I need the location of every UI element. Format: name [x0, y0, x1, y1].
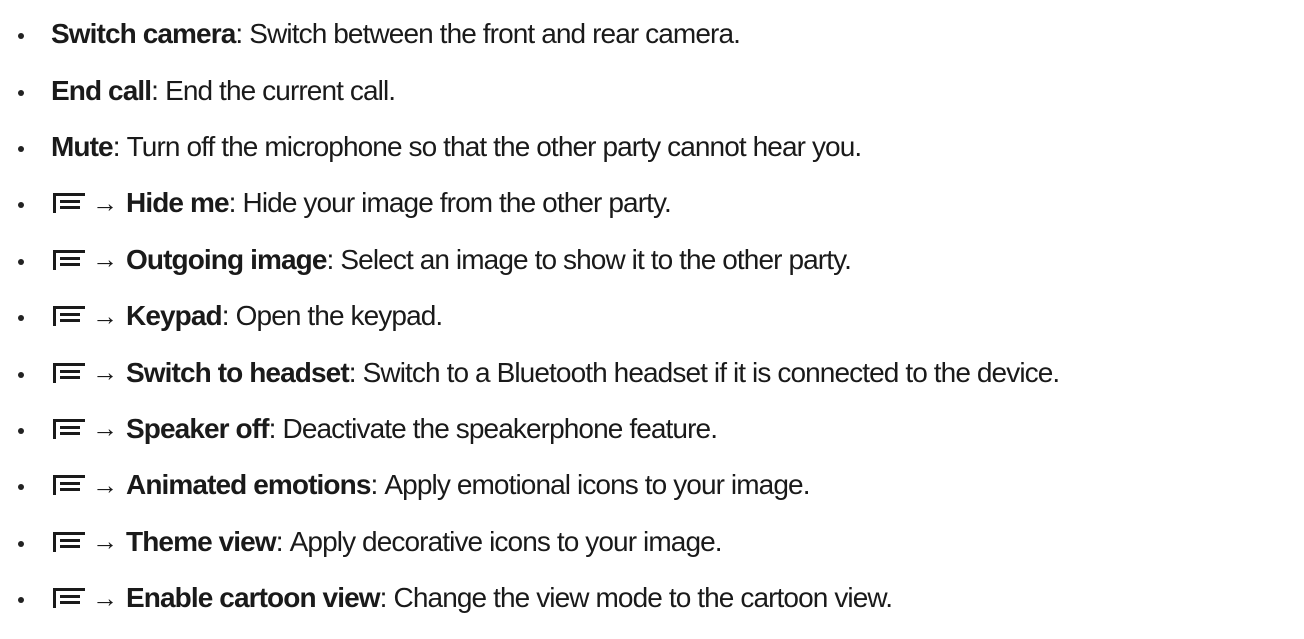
label-separator: : [348, 356, 357, 388]
option-description: Switch to a Bluetooth headset if it is c… [362, 356, 1061, 388]
label-separator: : [275, 525, 284, 557]
option-label: Keypad [126, 300, 223, 332]
option-label: Hide me [126, 187, 230, 219]
option-description: Turn off the microphone so that the othe… [126, 130, 863, 162]
list-item-switch-to-headset: → Switch to headset: Switch to a Bluetoot… [0, 344, 1304, 400]
option-description: Select an image to show it to the other … [340, 243, 852, 275]
option-label: Outgoing image [126, 243, 327, 275]
label-separator: : [221, 300, 230, 332]
option-label: Speaker off [126, 412, 270, 444]
list-item-mute: Mute: Turn off the microphone so that the… [0, 119, 1304, 175]
arrow-icon: → [92, 582, 118, 613]
bullet-icon [18, 33, 24, 40]
label-separator: : [379, 582, 388, 614]
menu-key-icon [52, 362, 86, 384]
list-item-outgoing-image: → Outgoing image: Select an image to show… [0, 232, 1304, 288]
menu-key-icon [52, 474, 86, 496]
option-label: Theme view [126, 525, 277, 557]
arrow-icon: → [92, 357, 118, 388]
bullet-icon [18, 202, 24, 209]
menu-key-icon [52, 305, 86, 327]
call-options-list: Switch camera: Switch between the front a… [0, 6, 1304, 626]
option-label: End call [51, 74, 152, 106]
bullet-icon [18, 540, 24, 547]
bullet-icon [18, 315, 24, 322]
label-separator: : [235, 18, 243, 50]
arrow-icon: → [92, 300, 118, 331]
menu-key-icon [52, 249, 86, 271]
list-item-theme-view: → Theme view: Apply decorative icons to y… [0, 514, 1304, 570]
list-item-speaker-off: → Speaker off: Deactivate the speakerphon… [0, 401, 1304, 457]
bullet-icon [18, 258, 24, 265]
option-description: Change the view mode to the cartoon view… [393, 582, 893, 614]
list-item-enable-cartoon-view: → Enable cartoon view: Change the view mo… [0, 570, 1304, 626]
bullet-icon [18, 145, 24, 152]
arrow-icon: → [92, 187, 118, 218]
bullet-icon [18, 597, 24, 604]
option-description: Switch between the front and rear camera… [249, 18, 741, 50]
label-separator: : [268, 412, 277, 444]
menu-key-icon [52, 418, 86, 440]
list-item-keypad: → Keypad: Open the keypad. [0, 288, 1304, 344]
option-label: Mute [51, 130, 114, 162]
option-description: Open the keypad. [235, 300, 444, 332]
menu-key-icon [52, 192, 86, 214]
list-item-switch-camera: Switch camera: Switch between the front a… [0, 6, 1304, 62]
arrow-icon: → [92, 413, 118, 444]
label-separator: : [151, 74, 159, 106]
option-description: Hide your image from the other party. [242, 187, 672, 219]
arrow-icon: → [92, 244, 118, 275]
label-separator: : [228, 187, 237, 219]
bullet-icon [18, 427, 24, 434]
label-separator: : [112, 130, 121, 162]
bullet-icon [18, 484, 24, 491]
list-item-hide-me: → Hide me: Hide your image from the other… [0, 175, 1304, 231]
option-description: Deactivate the speakerphone feature. [282, 412, 718, 444]
option-label: Enable cartoon view [126, 582, 381, 614]
list-item-animated-emotions: → Animated emotions: Apply emotional icon… [0, 457, 1304, 513]
list-item-end-call: End call: End the current call. [0, 62, 1304, 118]
option-description: Apply decorative icons to your image. [289, 525, 723, 557]
option-description: Apply emotional icons to your image. [384, 469, 810, 501]
label-separator: : [370, 469, 379, 501]
option-label: Switch camera [51, 18, 236, 50]
bullet-icon [18, 89, 24, 96]
menu-key-icon [52, 587, 86, 609]
manual-page: Switch camera: Switch between the front a… [0, 0, 1304, 639]
arrow-icon: → [92, 526, 118, 557]
label-separator: : [326, 243, 335, 275]
bullet-icon [18, 371, 24, 378]
option-description: End the current call. [165, 74, 396, 106]
option-label: Switch to headset [126, 356, 350, 388]
menu-key-icon [52, 531, 86, 553]
option-label: Animated emotions [126, 469, 371, 501]
arrow-icon: → [92, 469, 118, 500]
